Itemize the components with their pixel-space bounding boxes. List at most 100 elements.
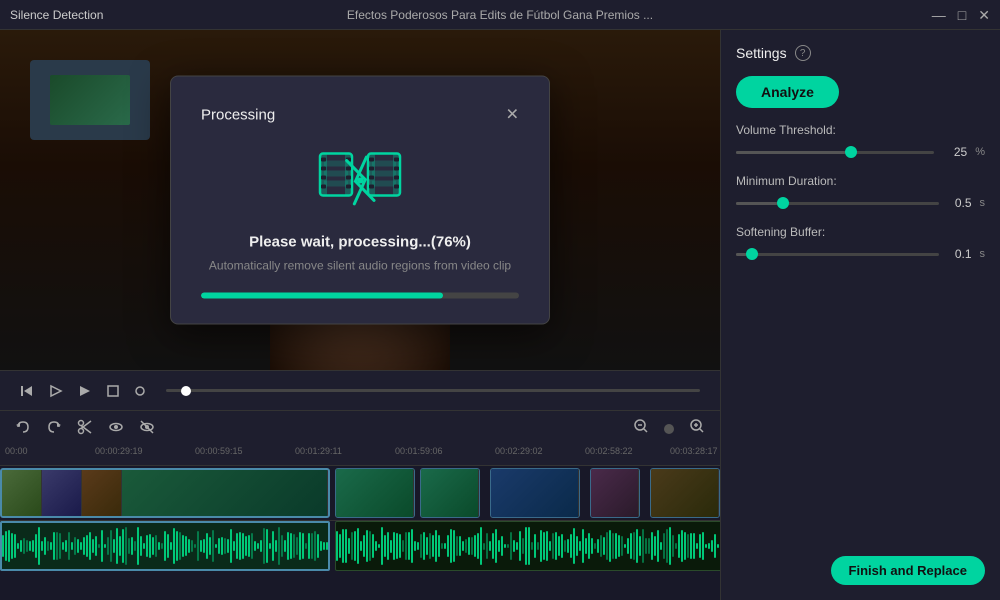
video-segment-5[interactable] (590, 468, 640, 518)
record-button[interactable] (134, 385, 146, 397)
title-bar: Silence Detection Efectos Poderosos Para… (0, 0, 1000, 30)
minimum-duration-slider[interactable] (736, 202, 939, 205)
softening-buffer-fill (736, 253, 746, 256)
background-screen (30, 60, 150, 140)
modal-close-button[interactable]: ✕ (506, 107, 519, 123)
minimum-duration-fill (736, 202, 777, 205)
segment-thumb-green (336, 469, 414, 517)
timeline-tracks (0, 466, 720, 600)
window-title: Efectos Poderosos Para Edits de Fútbol G… (347, 8, 653, 22)
minimum-duration-unit: s (980, 197, 986, 209)
stop-button[interactable] (107, 385, 119, 397)
center-area: Processing ✕ (0, 30, 720, 600)
progress-bar-fill (201, 293, 443, 299)
settings-spacer (736, 276, 985, 541)
ruler-mark-1: 00:00:29:19 (95, 446, 143, 456)
timeline: 00:00 00:00:29:19 00:00:59:15 00:01:29:1… (0, 446, 720, 600)
time-slider-thumb (181, 386, 191, 396)
ruler-mark-6: 00:02:58:22 (585, 446, 633, 456)
video-thumb-3 (82, 470, 122, 516)
volume-threshold-fill (736, 151, 845, 154)
softening-buffer-slider-row: 0.1 s (736, 247, 985, 261)
zoom-level-indicator (664, 424, 674, 434)
analyze-button[interactable]: Analyze (736, 76, 839, 108)
waveform-selected (2, 523, 328, 569)
processing-text: Please wait, processing...(76%) (201, 234, 519, 251)
softening-buffer-unit: s (980, 248, 986, 260)
softening-buffer-value: 0.1 (947, 247, 972, 261)
right-panel: Settings ? Analyze Volume Threshold: 25 … (720, 30, 1000, 600)
segment-thumb-blue (491, 469, 579, 517)
time-slider[interactable] (166, 389, 700, 392)
minimum-duration-label: Minimum Duration: (736, 174, 985, 188)
finish-replace-button[interactable]: Finish and Replace (831, 556, 985, 585)
screen-content (50, 75, 130, 125)
video-segment-4[interactable] (490, 468, 580, 518)
ruler-mark-7: 00:03:28:17 (670, 446, 718, 456)
video-preview: Processing ✕ (0, 30, 720, 370)
modal-icon (201, 144, 519, 214)
minimum-duration-slider-row: 0.5 s (736, 196, 985, 210)
edit-controls (0, 410, 720, 446)
segment-thumb-6 (651, 469, 719, 517)
ruler-mark-0: 00:00 (5, 446, 28, 456)
modal-title: Processing (201, 107, 275, 124)
main-layout: Processing ✕ (0, 30, 1000, 600)
modal-header: Processing ✕ (201, 107, 519, 124)
video-thumb-1 (2, 470, 42, 516)
hide-button[interactable] (139, 419, 155, 438)
app-title: Silence Detection (10, 8, 103, 22)
minimum-duration-value: 0.5 (947, 196, 972, 210)
redo-button[interactable] (46, 419, 62, 438)
volume-threshold-setting: Volume Threshold: 25 % (736, 123, 985, 159)
video-thumb-2 (42, 470, 82, 516)
processing-subtext: Automatically remove silent audio region… (201, 259, 519, 273)
ruler-mark-3: 00:01:29:11 (295, 446, 342, 456)
video-thumb-4 (122, 470, 328, 516)
volume-threshold-thumb (845, 146, 857, 158)
timeline-ruler: 00:00 00:00:29:19 00:00:59:15 00:01:29:1… (0, 446, 720, 466)
maximize-button[interactable]: □ (958, 8, 966, 22)
zoom-in-button[interactable] (689, 418, 705, 439)
audio-waveform-selected[interactable] (0, 521, 330, 571)
skip-back-button[interactable] (20, 384, 34, 398)
eye-button[interactable] (108, 419, 124, 438)
ruler-mark-5: 00:02:29:02 (495, 446, 543, 456)
minimize-button[interactable]: — (932, 8, 946, 22)
softening-buffer-label: Softening Buffer: (736, 225, 985, 239)
audio-waveform-main[interactable] (335, 521, 720, 571)
video-segment-selected[interactable] (0, 468, 330, 518)
help-icon[interactable]: ? (795, 45, 811, 61)
undo-button[interactable] (15, 419, 31, 438)
settings-header: Settings ? (736, 45, 985, 61)
zoom-out-button[interactable] (633, 418, 649, 439)
minimum-duration-setting: Minimum Duration: 0.5 s (736, 174, 985, 210)
ruler-mark-4: 00:01:59:06 (395, 446, 443, 456)
minimum-duration-thumb (777, 197, 789, 209)
video-track (0, 466, 720, 521)
volume-threshold-slider-row: 25 % (736, 145, 985, 159)
waveform-main (336, 522, 720, 570)
softening-buffer-slider[interactable] (736, 253, 939, 256)
play-button[interactable] (49, 384, 63, 398)
segment-thumb-2 (421, 469, 479, 517)
volume-threshold-unit: % (975, 146, 985, 158)
softening-buffer-setting: Softening Buffer: 0.1 s (736, 225, 985, 261)
settings-label: Settings (736, 45, 787, 61)
video-segment-6[interactable] (650, 468, 720, 518)
window-controls: — □ ✕ (932, 8, 990, 22)
segment-thumb-5 (591, 469, 639, 517)
audio-track (0, 521, 720, 576)
volume-threshold-slider[interactable] (736, 151, 934, 154)
cut-button[interactable] (77, 419, 93, 438)
bottom-actions: Finish and Replace (736, 556, 985, 585)
video-segment-3[interactable] (420, 468, 480, 518)
softening-buffer-thumb (746, 248, 758, 260)
processing-icon (315, 144, 405, 214)
playback-controls (0, 370, 720, 410)
video-segment-2[interactable] (335, 468, 415, 518)
close-button[interactable]: ✕ (978, 8, 990, 22)
play-alt-button[interactable] (78, 384, 92, 398)
progress-bar-container (201, 293, 519, 299)
volume-threshold-value: 25 (942, 145, 967, 159)
